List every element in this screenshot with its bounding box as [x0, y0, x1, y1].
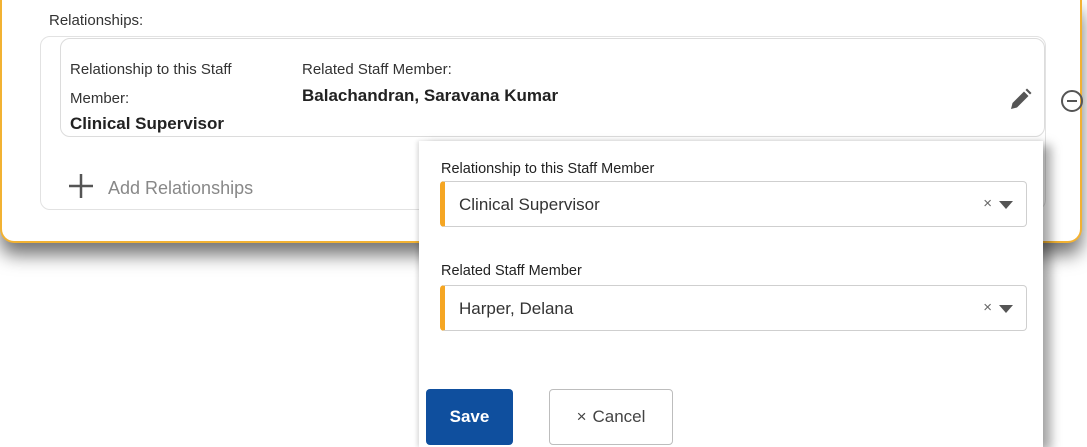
relationship-card: Relationship to this Staff Member: Clini…: [60, 38, 1083, 137]
related-staff-select-value: Harper, Delana: [459, 299, 574, 318]
relationship-edit-form: Relationship to this Staff Member Clinic…: [419, 141, 1043, 447]
related-staff-value: Balachandran, Saravana Kumar: [302, 86, 559, 105]
relationship-field-label: Relationship to this Staff Member: [441, 161, 655, 177]
plus-icon: [66, 171, 96, 206]
add-relationships-label: Add Relationships: [108, 177, 254, 198]
related-staff-select[interactable]: Harper, Delana ×: [440, 285, 1027, 331]
relationship-type-label: Relationship to this Staff Member:: [70, 61, 232, 107]
relationship-type-value: Clinical Supervisor: [70, 114, 224, 133]
relationship-select[interactable]: Clinical Supervisor ×: [440, 181, 1027, 227]
relationships-section-label: Relationships:: [49, 12, 144, 29]
pencil-icon[interactable]: [1007, 87, 1033, 113]
chevron-down-icon[interactable]: [999, 201, 1013, 209]
related-staff-label: Related Staff Member:: [302, 61, 452, 78]
relationship-select-value: Clinical Supervisor: [459, 195, 600, 214]
add-relationships-button[interactable]: Add Relationships: [66, 173, 254, 202]
clear-related-staff-icon[interactable]: ×: [983, 299, 992, 316]
minus-circle-icon[interactable]: [1059, 88, 1085, 114]
related-staff-field-label: Related Staff Member: [441, 263, 582, 279]
save-button[interactable]: Save: [426, 389, 513, 445]
cancel-button[interactable]: × Cancel: [549, 389, 673, 445]
chevron-down-icon[interactable]: [999, 305, 1013, 313]
close-icon: ×: [576, 407, 587, 426]
cancel-label: Cancel: [592, 407, 646, 426]
clear-relationship-icon[interactable]: ×: [983, 195, 992, 212]
